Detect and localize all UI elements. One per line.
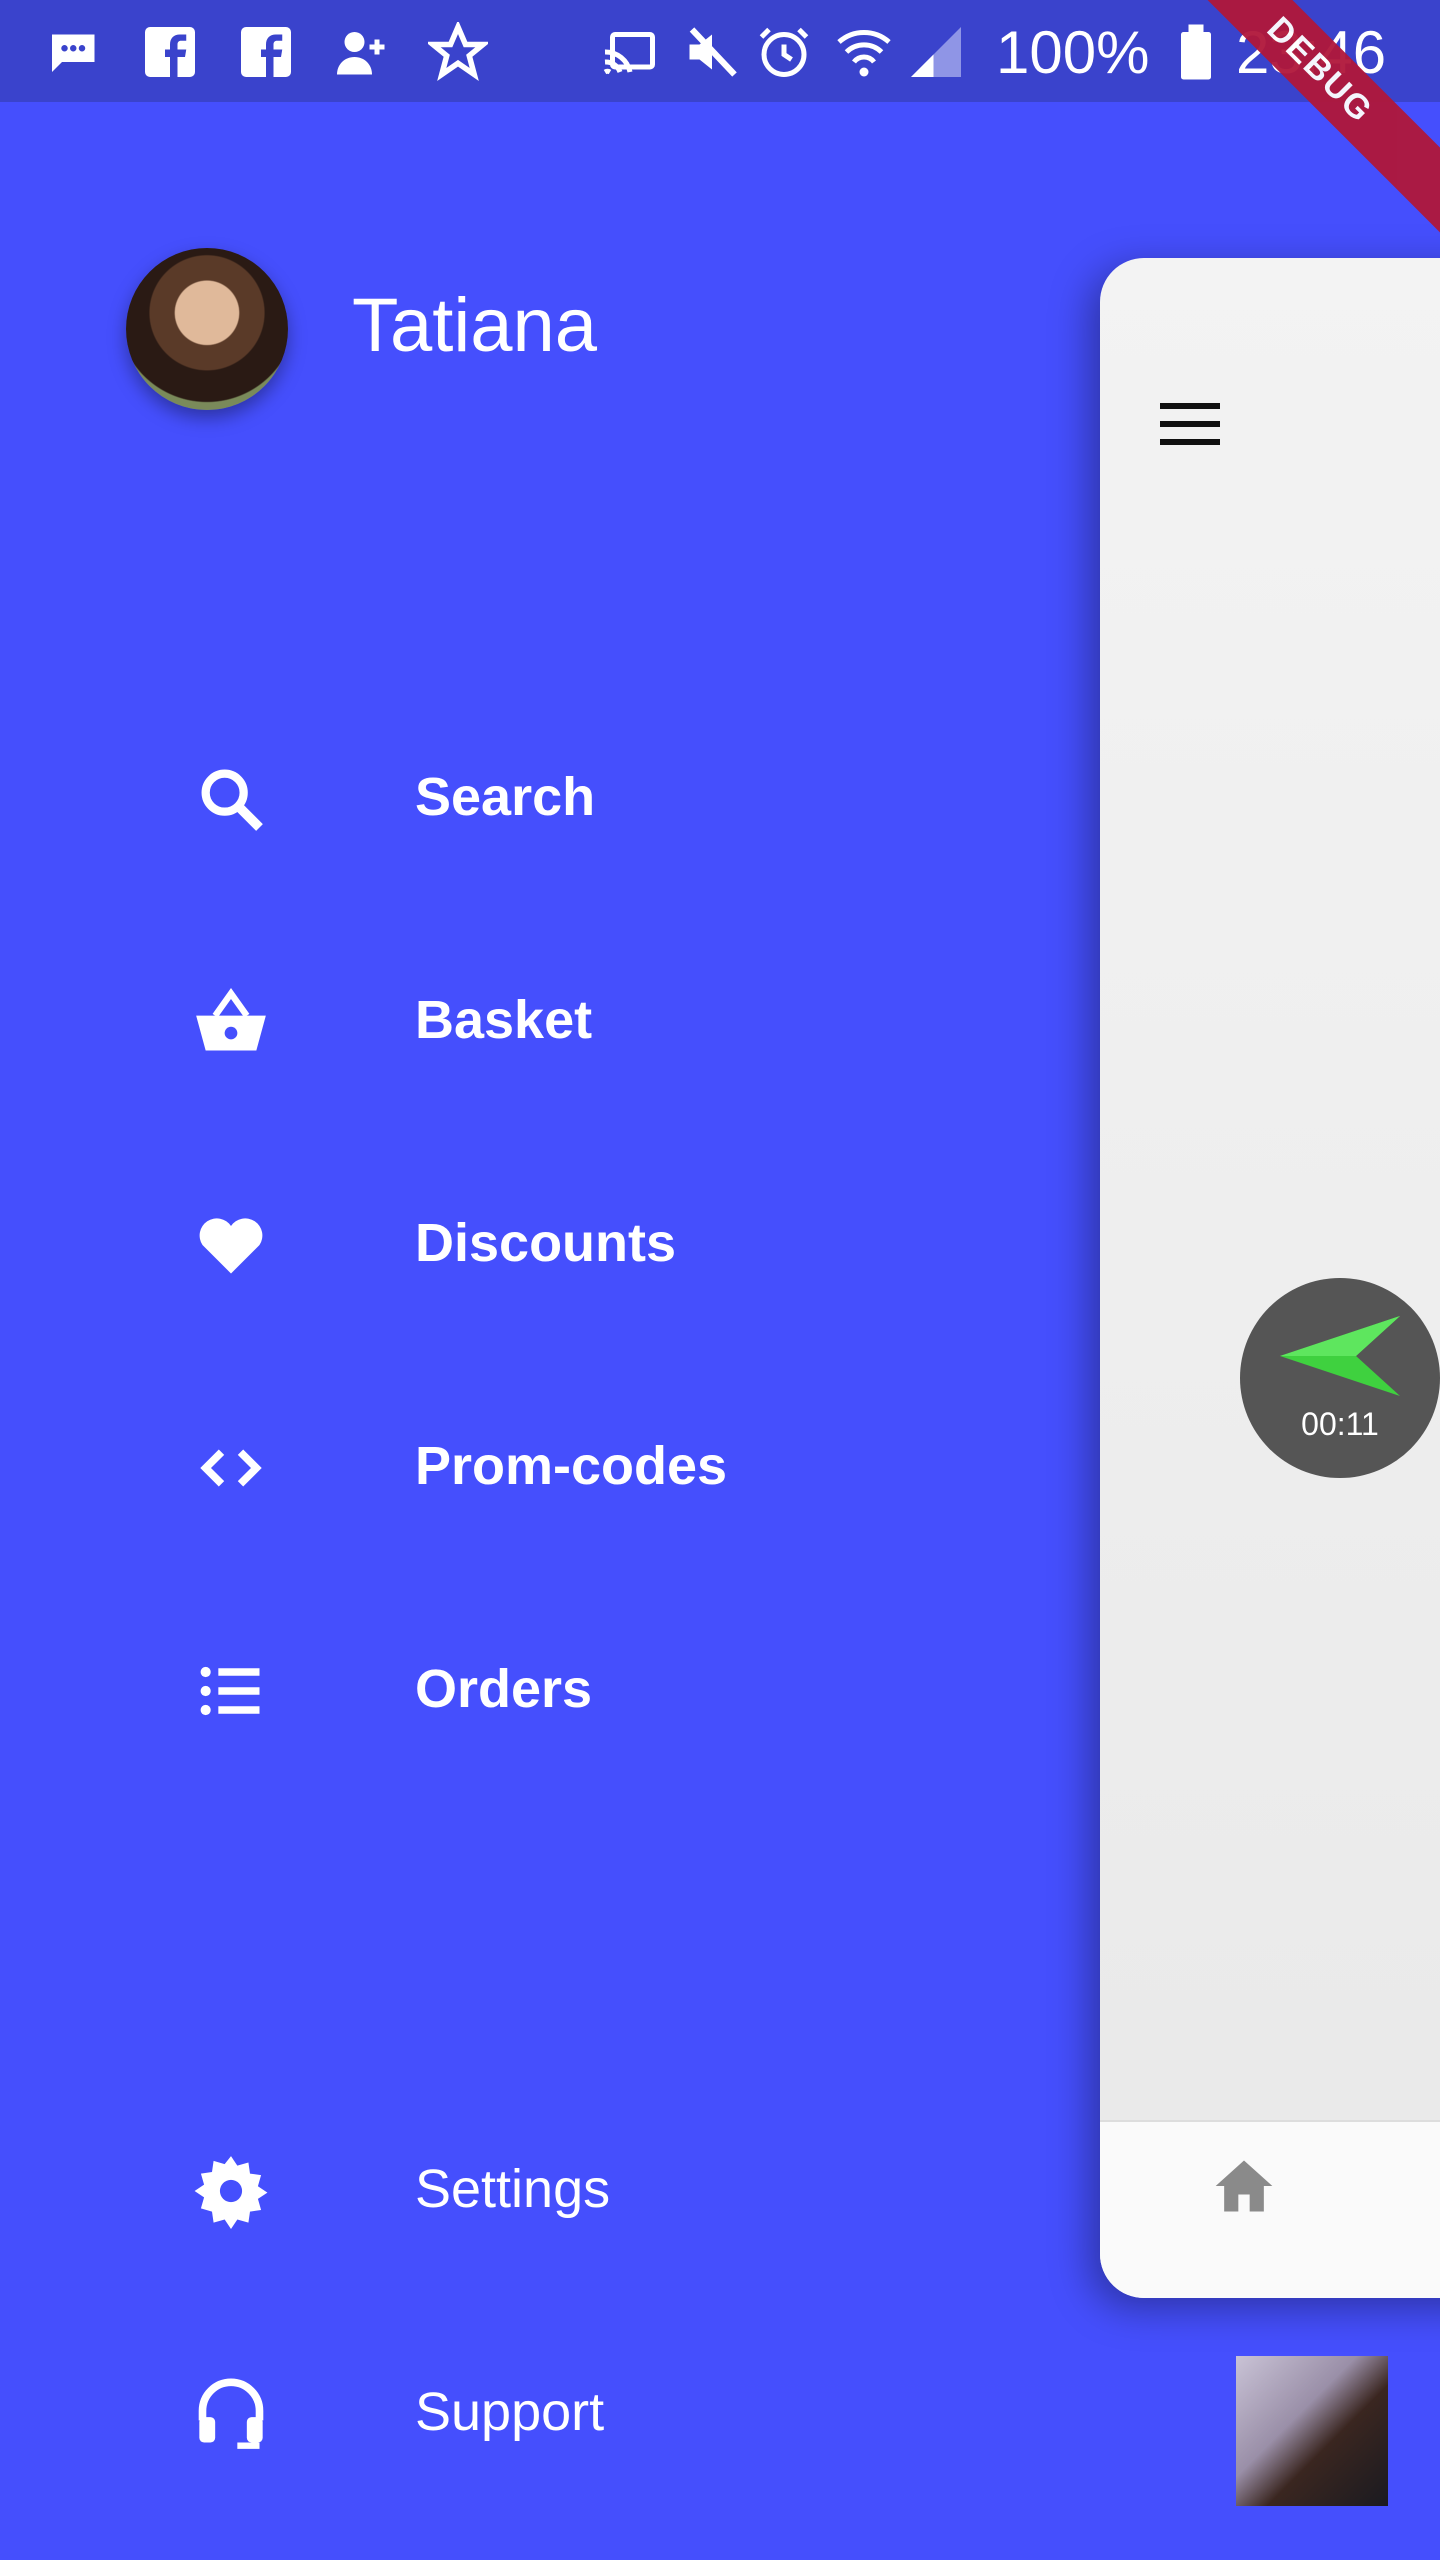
- alarm-icon: [754, 22, 814, 82]
- menu-item-label: Settings: [415, 2159, 611, 2219]
- menu-item-support[interactable]: Support: [0, 2347, 1000, 2477]
- avatar[interactable]: [126, 248, 288, 410]
- mute-icon: [682, 22, 742, 82]
- menu-item-label: Orders: [415, 1659, 593, 1719]
- menu-item-basket[interactable]: Basket: [0, 955, 1000, 1085]
- menu-item-label: Support: [415, 2382, 605, 2442]
- bottom-navigation: [1100, 2120, 1440, 2298]
- battery-icon: [1166, 22, 1226, 82]
- basket-icon: [193, 984, 269, 1060]
- menu-item-discounts[interactable]: Discounts: [0, 1178, 1000, 1308]
- wifi-icon: [834, 22, 894, 82]
- menu-item-label: Basket: [415, 990, 593, 1050]
- list-icon: [193, 1653, 269, 1729]
- screen-recorder-bubble[interactable]: 00:11: [1240, 1278, 1440, 1478]
- menu-item-prom-codes[interactable]: Prom-codes: [0, 1401, 1000, 1531]
- user-name: Tatiana: [352, 283, 598, 368]
- message-icon: [42, 22, 102, 82]
- signal-icon: [906, 22, 966, 82]
- menu-item-label: Prom-codes: [415, 1436, 728, 1496]
- paper-plane-icon: [1280, 1312, 1400, 1402]
- camera-overlay[interactable]: [1236, 2356, 1388, 2506]
- headset-icon: [193, 2376, 269, 2452]
- star-icon: [425, 20, 491, 82]
- menu-item-orders[interactable]: Orders: [0, 1624, 1000, 1754]
- cast-icon: [600, 22, 660, 82]
- menu-item-label: Search: [415, 767, 596, 827]
- menu-item-search[interactable]: Search: [0, 732, 1000, 862]
- recorder-timer: 00:11: [1301, 1406, 1379, 1442]
- search-icon: [193, 761, 269, 837]
- home-icon[interactable]: [1210, 2152, 1278, 2220]
- main-panel[interactable]: [1100, 258, 1440, 2298]
- menu-item-settings[interactable]: Settings: [0, 2124, 1000, 2254]
- menu-item-label: Discounts: [415, 1213, 677, 1273]
- gear-icon: [193, 2153, 269, 2229]
- hamburger-icon[interactable]: [1160, 403, 1220, 447]
- add-contact-icon: [332, 22, 392, 82]
- code-icon: [193, 1430, 269, 1506]
- facebook-icon: [140, 22, 200, 82]
- battery-percent: 100%: [996, 19, 1150, 86]
- facebook-icon: [236, 22, 296, 82]
- heart-icon: [193, 1207, 269, 1283]
